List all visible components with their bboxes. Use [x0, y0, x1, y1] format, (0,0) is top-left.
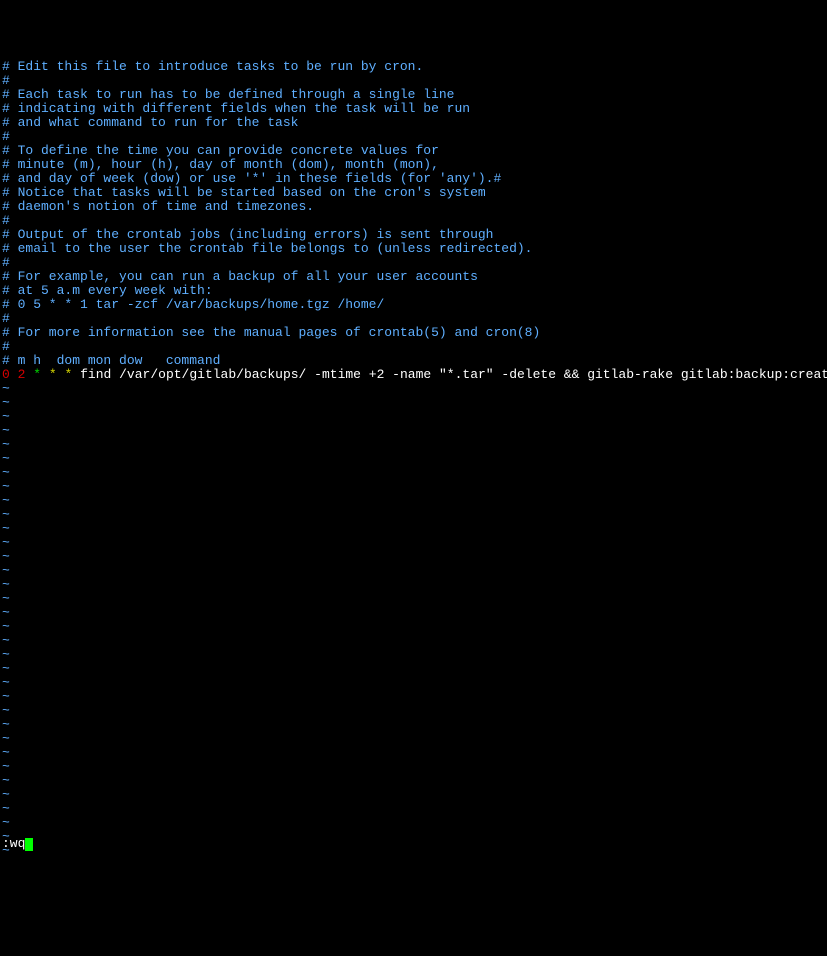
crontab-comment-line: #	[2, 256, 825, 270]
crontab-comment-line: # m h dom mon dow command	[2, 354, 825, 368]
cron-dow: *	[65, 367, 73, 382]
vim-empty-line: ~	[2, 676, 825, 690]
cron-minute: 0	[2, 367, 10, 382]
crontab-comment-line: # Each task to run has to be defined thr…	[2, 88, 825, 102]
vim-empty-line: ~	[2, 774, 825, 788]
crontab-entry-line: 0 2 * * * find /var/opt/gitlab/backups/ …	[2, 368, 825, 382]
vim-empty-line: ~	[2, 634, 825, 648]
crontab-comment-line: #	[2, 214, 825, 228]
vim-empty-line: ~	[2, 802, 825, 816]
vim-empty-line: ~	[2, 816, 825, 830]
cron-mon: *	[49, 367, 57, 382]
vim-empty-line: ~	[2, 564, 825, 578]
vim-empty-line: ~	[2, 578, 825, 592]
vim-empty-line: ~	[2, 466, 825, 480]
vim-empty-line: ~	[2, 410, 825, 424]
vim-empty-line: ~	[2, 550, 825, 564]
cron-hour: 2	[18, 367, 26, 382]
crontab-comment-line: # 0 5 * * 1 tar -zcf /var/backups/home.t…	[2, 298, 825, 312]
crontab-comment-line: #	[2, 340, 825, 354]
vim-empty-line: ~	[2, 760, 825, 774]
crontab-comment-line: # minute (m), hour (h), day of month (do…	[2, 158, 825, 172]
vim-empty-line: ~	[2, 662, 825, 676]
vim-empty-line: ~	[2, 830, 825, 844]
vim-empty-line: ~	[2, 620, 825, 634]
crontab-comment-line: # For example, you can run a backup of a…	[2, 270, 825, 284]
crontab-comment-line: # Edit this file to introduce tasks to b…	[2, 60, 825, 74]
crontab-comment-line: # daemon's notion of time and timezones.	[2, 200, 825, 214]
crontab-comment-line: # and day of week (dow) or use '*' in th…	[2, 172, 825, 186]
vim-empty-line: ~	[2, 788, 825, 802]
vim-empty-line: ~	[2, 592, 825, 606]
vim-empty-line: ~	[2, 382, 825, 396]
vim-empty-line: ~	[2, 480, 825, 494]
crontab-comment-line: # email to the user the crontab file bel…	[2, 242, 825, 256]
vim-command-line[interactable]: :wq	[2, 837, 33, 851]
crontab-comment-line: #	[2, 130, 825, 144]
crontab-comment-line: # To define the time you can provide con…	[2, 144, 825, 158]
crontab-comment-line: # and what command to run for the task	[2, 116, 825, 130]
vim-empty-line: ~	[2, 522, 825, 536]
crontab-comment-line: # Output of the crontab jobs (including …	[2, 228, 825, 242]
vim-empty-line: ~	[2, 732, 825, 746]
editor-content[interactable]: # Edit this file to introduce tasks to b…	[2, 60, 825, 858]
vim-empty-line: ~	[2, 704, 825, 718]
vim-empty-line: ~	[2, 690, 825, 704]
crontab-comment-line: # at 5 a.m every week with:	[2, 284, 825, 298]
crontab-comment-line: # indicating with different fields when …	[2, 102, 825, 116]
cursor-icon	[25, 838, 33, 851]
crontab-comment-line: # For more information see the manual pa…	[2, 326, 825, 340]
crontab-comment-line: #	[2, 74, 825, 88]
vim-empty-line: ~	[2, 746, 825, 760]
cron-command: find /var/opt/gitlab/backups/ -mtime +2 …	[80, 367, 827, 382]
vim-empty-line: ~	[2, 396, 825, 410]
crontab-comment-line: # Notice that tasks will be started base…	[2, 186, 825, 200]
vim-command-text: :wq	[2, 836, 25, 851]
vim-empty-line: ~	[2, 718, 825, 732]
vim-empty-line: ~	[2, 536, 825, 550]
vim-empty-line: ~	[2, 648, 825, 662]
vim-empty-line: ~	[2, 438, 825, 452]
cron-dom: *	[33, 367, 41, 382]
vim-empty-line: ~	[2, 606, 825, 620]
crontab-comment-line: #	[2, 312, 825, 326]
vim-empty-line: ~	[2, 508, 825, 522]
vim-empty-line: ~	[2, 494, 825, 508]
vim-empty-line: ~	[2, 452, 825, 466]
vim-empty-line: ~	[2, 844, 825, 858]
vim-empty-line: ~	[2, 424, 825, 438]
